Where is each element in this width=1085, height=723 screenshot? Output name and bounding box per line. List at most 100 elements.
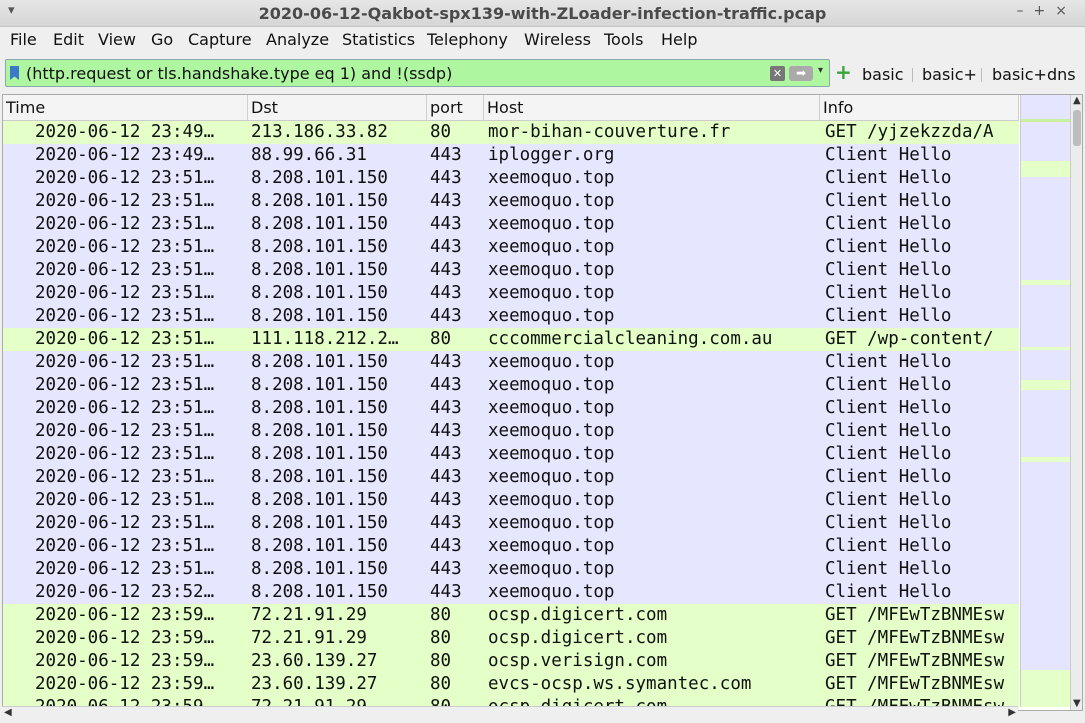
packet-row[interactable]: 2020-06-12 23:51… 8.208.101.150 443 xeemoqu… (3, 282, 1019, 305)
packet-row[interactable]: 2020-06-12 23:59… 72.21.91.29 80 ocsp.digic… (3, 604, 1019, 627)
filter-button-basic-dns[interactable]: basic+dns (992, 65, 1076, 84)
cell-host: xeemoquo.top (488, 237, 615, 257)
cell-info: Client Hello (825, 260, 952, 280)
menu-telephony[interactable]: Telephony (427, 30, 508, 49)
add-filter-button-icon[interactable]: + (835, 62, 852, 82)
cell-port: 443 (430, 352, 462, 372)
display-filter-input[interactable]: (http.request or tls.handshake.type eq 1… (5, 59, 830, 87)
menu-view[interactable]: View (98, 30, 136, 49)
cell-dst: 8.208.101.150 (251, 214, 388, 234)
scroll-up-icon[interactable]: ▲ (1073, 95, 1081, 106)
cell-info: Client Hello (825, 398, 952, 418)
cell-time: 2020-06-12 23:51… (35, 398, 215, 418)
cell-port: 443 (430, 191, 462, 211)
cell-host: xeemoquo.top (488, 582, 615, 602)
scroll-thumb[interactable] (1073, 110, 1081, 146)
packet-minimap[interactable] (1020, 95, 1071, 707)
packet-row[interactable]: 2020-06-12 23:49… 213.186.33.82 80 mor-biha… (3, 121, 1019, 144)
menu-help[interactable]: Help (661, 30, 697, 49)
packet-row[interactable]: 2020-06-12 23:59… 23.60.139.27 80 ocsp.veri… (3, 650, 1019, 673)
close-icon[interactable]: × (1055, 3, 1077, 19)
cell-info: Client Hello (825, 191, 952, 211)
cell-info: Client Hello (825, 237, 952, 257)
packet-row[interactable]: 2020-06-12 23:51… 8.208.101.150 443 xeemoqu… (3, 351, 1019, 374)
cell-info: GET /MFEwTzBNMEsw (825, 605, 1005, 625)
cell-time: 2020-06-12 23:51… (35, 490, 215, 510)
scroll-left-icon[interactable]: ◀ (4, 707, 12, 718)
cell-port: 443 (430, 375, 462, 395)
menu-file[interactable]: File (10, 30, 37, 49)
packet-row[interactable]: 2020-06-12 23:51… 8.208.101.150 443 xeemoqu… (3, 489, 1019, 512)
menu-analyze[interactable]: Analyze (266, 30, 329, 49)
packet-row[interactable]: 2020-06-12 23:49… 88.99.66.31 443 iplogger.… (3, 144, 1019, 167)
horizontal-scrollbar[interactable]: ◀ ▶ (2, 706, 1018, 720)
apply-filter-icon[interactable]: ➡ (789, 66, 813, 81)
packet-row[interactable]: 2020-06-12 23:51… 8.208.101.150 443 xeemoqu… (3, 374, 1019, 397)
cell-host: xeemoquo.top (488, 352, 615, 372)
minimize-icon[interactable]: – (1017, 3, 1034, 19)
menu-tools[interactable]: Tools (604, 30, 643, 49)
column-header-host[interactable]: Host (484, 95, 820, 121)
cell-time: 2020-06-12 23:51… (35, 559, 215, 579)
packet-row[interactable]: 2020-06-12 23:51… 8.208.101.150 443 xeemoqu… (3, 236, 1019, 259)
vertical-scrollbar[interactable]: ▲ ▼ (1070, 95, 1082, 710)
cell-dst: 88.99.66.31 (251, 145, 367, 165)
scroll-down-icon[interactable]: ▼ (1073, 698, 1081, 709)
title-bar: ▾ 2020-06-12-Qakbot-spx139-with-ZLoader-… (0, 0, 1085, 27)
bookmark-icon[interactable] (10, 66, 19, 80)
menu-edit[interactable]: Edit (53, 30, 84, 49)
cell-dst: 8.208.101.150 (251, 490, 388, 510)
packet-row[interactable]: 2020-06-12 23:51… 8.208.101.150 443 xeemoqu… (3, 535, 1019, 558)
cell-dst: 23.60.139.27 (251, 651, 378, 671)
packet-row[interactable]: 2020-06-12 23:52… 8.208.101.150 443 xeemoqu… (3, 581, 1019, 604)
filter-button-basic-plus[interactable]: basic+ (922, 65, 977, 84)
menu-wireless[interactable]: Wireless (524, 30, 591, 49)
packet-list[interactable]: Time Dst port Host Info 2020-06-12 23:49… (2, 94, 1083, 711)
cell-dst: 8.208.101.150 (251, 559, 388, 579)
packet-row[interactable]: 2020-06-12 23:51… 111.118.212.2… 80 cccomme… (3, 328, 1019, 351)
packet-row[interactable]: 2020-06-12 23:51… 8.208.101.150 443 xeemoqu… (3, 420, 1019, 443)
packet-row[interactable]: 2020-06-12 23:51… 8.208.101.150 443 xeemoqu… (3, 466, 1019, 489)
display-filter-toolbar: (http.request or tls.handshake.type eq 1… (0, 56, 1085, 92)
packet-row[interactable]: 2020-06-12 23:51… 8.208.101.150 443 xeemoqu… (3, 443, 1019, 466)
cell-port: 443 (430, 582, 462, 602)
cell-info: Client Hello (825, 283, 952, 303)
filter-history-dropdown-icon[interactable]: ▾ (818, 65, 823, 76)
cell-dst: 8.208.101.150 (251, 375, 388, 395)
maximize-icon[interactable]: + (1034, 3, 1056, 19)
packet-row[interactable]: 2020-06-12 23:51… 8.208.101.150 443 xeemoqu… (3, 259, 1019, 282)
packet-row[interactable]: 2020-06-12 23:51… 8.208.101.150 443 xeemoqu… (3, 512, 1019, 535)
clear-filter-icon[interactable]: ✕ (770, 66, 785, 81)
packet-row[interactable]: 2020-06-12 23:51… 8.208.101.150 443 xeemoqu… (3, 305, 1019, 328)
packet-row[interactable]: 2020-06-12 23:59… 72.21.91.29 80 ocsp.digic… (3, 627, 1019, 650)
cell-time: 2020-06-12 23:51… (35, 352, 215, 372)
packet-row[interactable]: 2020-06-12 23:51… 8.208.101.150 443 xeemoqu… (3, 558, 1019, 581)
cell-dst: 8.208.101.150 (251, 237, 388, 257)
packet-row[interactable]: 2020-06-12 23:51… 8.208.101.150 443 xeemoqu… (3, 167, 1019, 190)
cell-host: xeemoquo.top (488, 168, 615, 188)
scroll-right-icon[interactable]: ▶ (1008, 707, 1016, 718)
cell-time: 2020-06-12 23:49… (35, 145, 215, 165)
filter-expression[interactable]: (http.request or tls.handshake.type eq 1… (26, 64, 452, 83)
column-header-port[interactable]: port (427, 95, 484, 121)
separator (912, 68, 913, 82)
menu-capture[interactable]: Capture (188, 30, 252, 49)
menu-statistics[interactable]: Statistics (342, 30, 415, 49)
cell-info: Client Hello (825, 444, 952, 464)
packet-row[interactable]: 2020-06-12 23:59… 23.60.139.27 80 evcs-ocsp… (3, 673, 1019, 696)
cell-time: 2020-06-12 23:59… (35, 605, 215, 625)
packet-row[interactable]: 2020-06-12 23:51… 8.208.101.150 443 xeemoqu… (3, 190, 1019, 213)
column-header-dst[interactable]: Dst (248, 95, 427, 121)
column-header-info[interactable]: Info (820, 95, 1019, 121)
packet-row[interactable]: 2020-06-12 23:51… 8.208.101.150 443 xeemoqu… (3, 213, 1019, 236)
packet-row[interactable]: 2020-06-12 23:51… 8.208.101.150 443 xeemoqu… (3, 397, 1019, 420)
cell-host: xeemoquo.top (488, 536, 615, 556)
cell-port: 443 (430, 398, 462, 418)
column-header-time[interactable]: Time (3, 95, 248, 121)
cell-host: xeemoquo.top (488, 421, 615, 441)
cell-time: 2020-06-12 23:51… (35, 329, 215, 349)
cell-host: xeemoquo.top (488, 214, 615, 234)
filter-button-basic[interactable]: basic (862, 65, 904, 84)
cell-dst: 72.21.91.29 (251, 628, 367, 648)
menu-go[interactable]: Go (151, 30, 173, 49)
